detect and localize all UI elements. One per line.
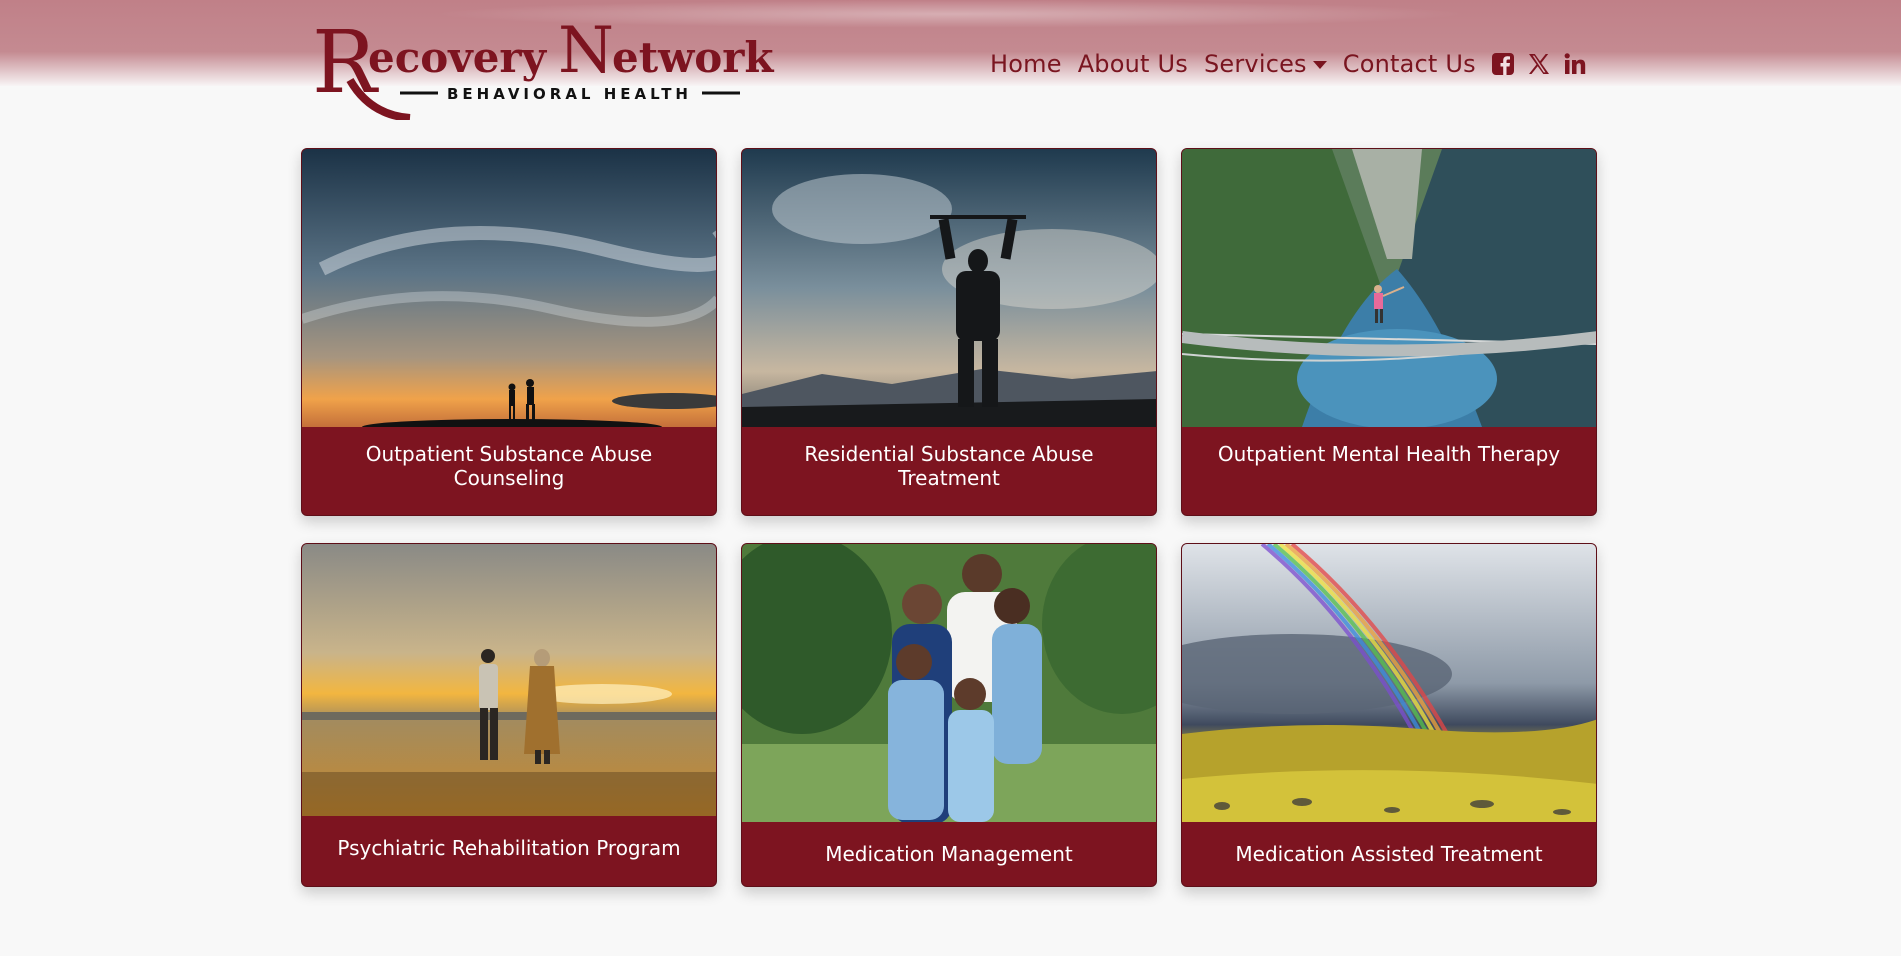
service-card-outpatient-mental[interactable]: Outpatient Mental Health Therapy xyxy=(1181,148,1597,516)
service-card-medication-assisted[interactable]: Medication Assisted Treatment xyxy=(1181,543,1597,887)
logo-graphic: R ecovery N etwork BEHAVIORAL HEALTH xyxy=(312,13,774,120)
service-image-family-hug xyxy=(742,544,1156,822)
logo-initial-n: N xyxy=(558,14,614,88)
caret-down-icon xyxy=(1312,61,1327,69)
service-card-outpatient-substance[interactable]: Outpatient Substance Abuse Counseling xyxy=(301,148,717,516)
linkedin-icon[interactable] xyxy=(1562,51,1588,77)
service-title: Medication Assisted Treatment xyxy=(1235,842,1543,866)
service-card-psychiatric-rehab[interactable]: Psychiatric Rehabilitation Program xyxy=(301,543,717,887)
site-header xyxy=(0,0,1901,86)
services-grid: Outpatient Substance Abuse Counseling Re… xyxy=(301,148,1599,887)
nav-contact[interactable]: Contact Us xyxy=(1343,50,1476,78)
site-logo[interactable]: R ecovery N etwork BEHAVIORAL HEALTH xyxy=(310,10,780,120)
service-image-sunset-couple xyxy=(302,149,716,427)
facebook-square-icon[interactable] xyxy=(1490,51,1516,77)
logo-word-etwork: etwork xyxy=(612,33,774,82)
service-title: Residential Substance Abuse Treatment xyxy=(804,442,1094,490)
main-nav: Home About Us Services Contact Us xyxy=(990,48,1588,80)
service-title: Outpatient Mental Health Therapy xyxy=(1217,442,1561,466)
service-card-medication-management[interactable]: Medication Management xyxy=(741,543,1157,887)
social-links xyxy=(1490,51,1588,77)
service-title: Medication Management xyxy=(825,842,1073,866)
nav-about[interactable]: About Us xyxy=(1078,50,1188,78)
service-image-man-raising-bar xyxy=(742,149,1156,427)
logo-word-ecovery: ecovery xyxy=(368,33,548,82)
service-image-bridge-lake xyxy=(1182,149,1596,427)
nav-services-dropdown[interactable]: Services xyxy=(1204,50,1327,78)
service-card-residential-substance[interactable]: Residential Substance Abuse Treatment xyxy=(741,148,1157,516)
nav-services-label: Services xyxy=(1203,50,1307,78)
logo-tagline: BEHAVIORAL HEALTH xyxy=(447,85,692,103)
service-title: Psychiatric Rehabilitation Program xyxy=(337,836,681,860)
service-image-beach-couple xyxy=(302,544,716,816)
service-image-rainbow-field xyxy=(1182,544,1596,822)
nav-home[interactable]: Home xyxy=(990,50,1062,78)
x-twitter-icon[interactable] xyxy=(1526,51,1552,77)
service-title: Outpatient Substance Abuse Counseling xyxy=(365,442,653,490)
